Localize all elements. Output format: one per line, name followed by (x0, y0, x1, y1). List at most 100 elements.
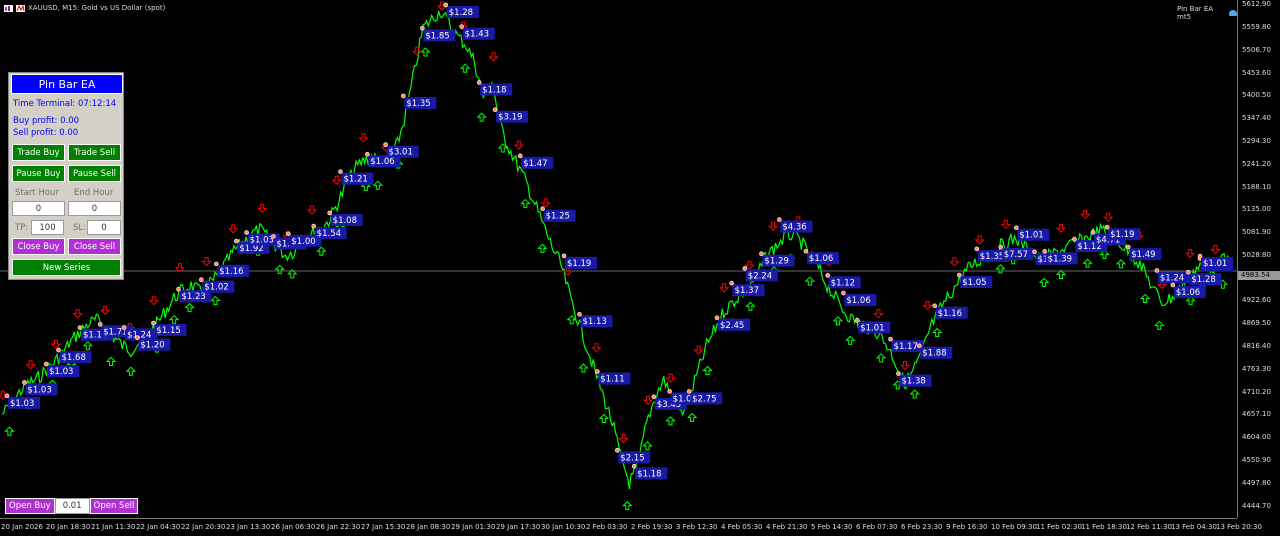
sell-arrow-icon (50, 339, 62, 349)
time-axis[interactable]: 20 Jan 2026 20 Jan 18:30 21 Jan 11:30 22 Ja… (0, 518, 1262, 536)
panel-title: Pin Bar EA (11, 74, 123, 94)
profit-label-text: $1.47 (523, 159, 547, 169)
buy-arrow-icon (168, 314, 180, 325)
buy-arrow-icon (702, 365, 713, 375)
end-hour-input[interactable]: 0 (68, 201, 121, 216)
price-axis-label: 5241.20 (1242, 159, 1271, 168)
profit-label-text: $1.13 (582, 317, 606, 327)
close-sell-button[interactable]: Close Sell (68, 238, 121, 255)
trade-entry-icon (56, 347, 61, 353)
open-buy-button[interactable]: Open Buy (5, 498, 55, 514)
trade-entry-icon (420, 25, 425, 31)
chart-icon (4, 4, 13, 12)
trade-entry-icon (1090, 230, 1096, 235)
close-buy-button[interactable]: Close Buy (12, 238, 65, 255)
sell-arrow-icon (148, 296, 160, 306)
profit-label: $3.01 (383, 142, 419, 158)
sell-arrow-icon (411, 46, 423, 57)
sl-label: SL: (73, 223, 86, 233)
time-axis-label: 13 Feb 04:30 (1171, 523, 1217, 531)
profit-label-text: $1.06 (809, 254, 833, 264)
sell-arrow-icon (618, 434, 629, 444)
time-axis-label: 29 Jan 01:30 (451, 523, 496, 531)
start-hour-label: Start Hour (15, 188, 59, 198)
trade-entry-icon (43, 361, 49, 367)
price-axis-label: 5400.50 (1242, 91, 1271, 100)
trade-entry-icon (1042, 249, 1047, 254)
profit-label-text: $2.15 (620, 453, 644, 463)
start-hour-input[interactable]: 0 (12, 201, 65, 216)
time-axis-label: 13 Feb 20:30 (1216, 523, 1262, 531)
trade-buy-button[interactable]: Trade Buy (12, 144, 65, 161)
trade-entry-icon (803, 248, 809, 254)
pin-bar-ea-panel: Pin Bar EA Time Terminal: 07:12:14 Buy p… (8, 72, 124, 280)
profit-label-text: $4.36 (782, 223, 806, 233)
sell-arrow-icon (591, 343, 602, 353)
profit-label-text: $1.68 (62, 353, 86, 363)
profit-label: $1.13 (577, 311, 613, 328)
profit-label-text: $1.01 (1019, 231, 1043, 241)
trade-entry-icon (1125, 244, 1131, 250)
profit-label: $2.45 (714, 315, 750, 331)
sell-arrow-icon (1210, 244, 1221, 255)
lot-size-input[interactable]: 0.01 (54, 498, 90, 514)
price-axis-label: 5506.70 (1242, 45, 1271, 54)
tp-input[interactable]: 100 (31, 220, 64, 235)
profit-label-text: $1.01 (1203, 259, 1227, 269)
trade-entry-icon (492, 107, 498, 113)
profit-label: $1.38 (896, 371, 932, 387)
trade-entry-icon (121, 325, 127, 330)
time-axis-label: 22 Jan 04:30 (136, 523, 181, 531)
pause-sell-button[interactable]: Pause Sell (68, 165, 121, 182)
trade-entry-icon (234, 238, 239, 244)
trade-entry-icon (916, 343, 922, 349)
trade-entry-icon (1104, 224, 1110, 230)
buy-arrow-icon (804, 276, 816, 286)
profit-label: $1.12 (825, 273, 861, 289)
trade-entry-icon (729, 280, 734, 286)
buy-arrow-icon (520, 198, 531, 209)
time-axis-label: 28 Jan 08:30 (406, 523, 451, 531)
time-axis-label: 5 Feb 14:30 (811, 523, 853, 531)
profit-label: $1.35 (401, 93, 437, 109)
profit-label-text: $3.01 (389, 148, 413, 158)
sell-profit-text: Sell profit: 0.00 (13, 128, 79, 138)
buy-arrow-icon (316, 246, 327, 256)
profit-label-text: $1.17 (894, 342, 918, 352)
trade-entry-icon (4, 393, 10, 399)
profit-label-text: $1.06 (846, 296, 870, 306)
trade-entry-icon (286, 231, 291, 237)
trade-entry-icon (176, 286, 181, 292)
sell-arrow-icon (174, 263, 185, 273)
open-sell-button[interactable]: Open Sell (89, 498, 139, 514)
profit-label-text: $1.85 (425, 31, 449, 41)
price-axis[interactable]: 5612.90 5559.80 5506.70 5453.60 5400.50 5347.… (1237, 0, 1280, 518)
buy-arrow-icon (1154, 320, 1165, 330)
sell-arrow-icon (873, 309, 884, 319)
sl-input[interactable]: 0 (87, 220, 121, 235)
time-axis-label: 10 Feb 09:30 (991, 523, 1037, 531)
trade-entry-icon (383, 142, 388, 147)
price-chart[interactable]: $1.03$1.03$1.03$1.68$1.10$1.71 $1.24$1.20… (0, 0, 1237, 518)
profit-label: $1.49 (1125, 244, 1162, 261)
sell-arrow-icon (228, 224, 239, 234)
price-axis-label: 4657.10 (1242, 410, 1271, 419)
price-axis-label: 5612.90 (1242, 0, 1271, 9)
trade-entry-icon (244, 230, 249, 235)
chart-area[interactable]: $1.03 $1.03 $1.03 $1.68 $1.10 $1.71 $1.24 $1.20… (0, 0, 1237, 518)
profit-label: $1.18 (631, 464, 668, 480)
trade-entry-icon (1072, 236, 1077, 242)
time-axis-label: 22 Jan 20:30 (181, 523, 226, 531)
new-series-button[interactable]: New Series (12, 259, 121, 276)
profit-label-text: $1.21 (343, 175, 367, 185)
pause-buy-button[interactable]: Pause Buy (12, 165, 65, 182)
buy-arrow-icon (622, 500, 633, 511)
trade-entry-icon (888, 336, 893, 342)
trade-entry-icon (151, 320, 156, 326)
profit-label-text: $1.37 (735, 286, 759, 296)
profit-label-text: $1.12 (831, 278, 855, 288)
sell-arrow-icon (1080, 209, 1091, 220)
trade-entry-icon (22, 380, 27, 385)
sell-arrow-icon (1000, 219, 1011, 230)
trade-sell-button[interactable]: Trade Sell (68, 144, 121, 161)
